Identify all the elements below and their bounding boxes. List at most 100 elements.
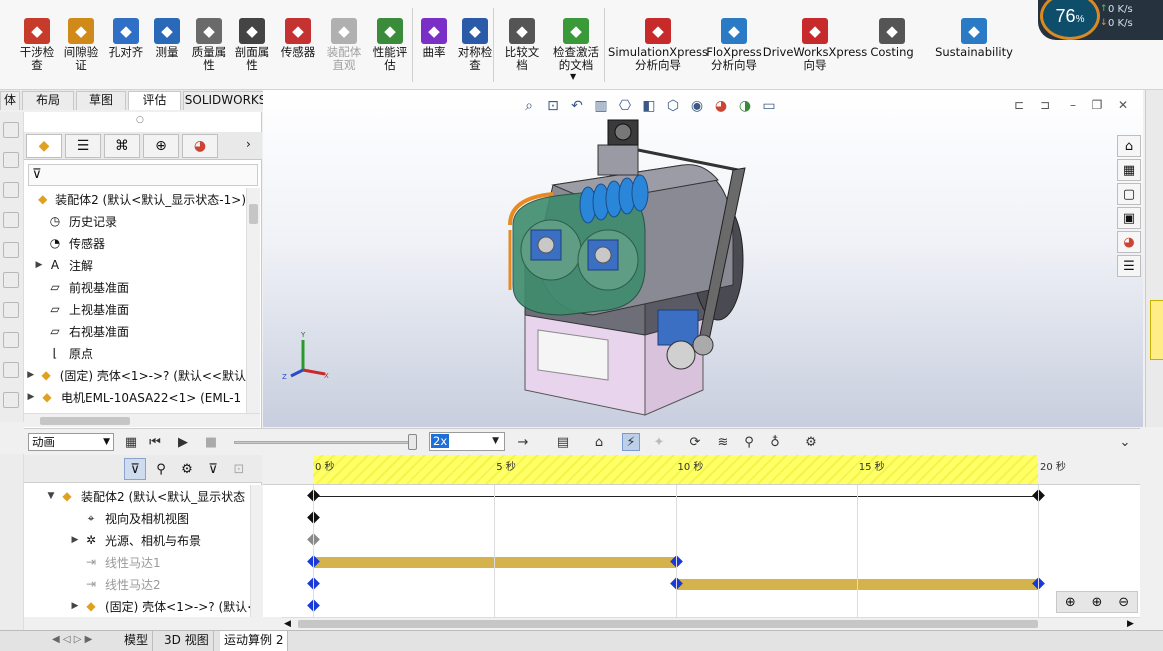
tree-scroll-thumb[interactable]: [249, 204, 258, 224]
ribbon-button-1[interactable]: ◆ 间隙验 证: [60, 0, 102, 88]
tree-filter-box[interactable]: ⊽: [28, 164, 258, 186]
motion-tree-item[interactable]: ⇥ 线性马达2: [24, 573, 262, 595]
study-type-select[interactable]: 动画 ▼: [28, 433, 114, 451]
playback-speed-select[interactable]: 2x ▼: [429, 432, 505, 451]
chevron-down-icon[interactable]: ▼: [570, 72, 576, 81]
display-style-icon[interactable]: ⬡: [664, 97, 682, 115]
playback-slider-thumb[interactable]: [408, 434, 417, 450]
expand-arrow-icon[interactable]: ▶: [32, 260, 46, 270]
graphics-viewport[interactable]: Y X Z: [263, 90, 1143, 427]
tab-3[interactable]: 评估: [128, 91, 181, 110]
playback-slider-track[interactable]: [234, 441, 414, 444]
ribbon-button-17[interactable]: ◆ Sustainability: [935, 0, 1013, 88]
ribbon-button-13[interactable]: ◆ SimulationXpress 分析向导: [608, 0, 708, 88]
motion-tree-item[interactable]: ⇥ 线性马达1: [24, 551, 262, 573]
tree-item[interactable]: ▶ ◆ (固定) 壳体<1>->? (默认<<默认: [24, 364, 246, 386]
contact-icon[interactable]: ⚲: [740, 433, 758, 451]
ribbon-button-14[interactable]: ◆ FloXpress 分析向导: [706, 0, 762, 88]
feature-tree-tab-icon[interactable]: ◆: [26, 134, 62, 158]
motion-tree-item[interactable]: ▶ ✲ 光源、相机与布景: [24, 529, 262, 551]
animation-wizard-icon[interactable]: ⌂: [590, 433, 608, 451]
tree-item[interactable]: ▱ 前视基准面: [24, 276, 246, 298]
design-library-icon[interactable]: ▦: [1117, 159, 1141, 181]
tree-horizontal-scrollbar[interactable]: [24, 413, 260, 427]
strip-tool-icon[interactable]: [3, 392, 19, 408]
tree-hscroll-thumb[interactable]: [40, 417, 130, 425]
bottom-tab-1[interactable]: 3D 视图: [160, 631, 214, 651]
filter-driving-icon[interactable]: ⚲: [150, 458, 172, 480]
calculate-icon[interactable]: ▦: [122, 433, 140, 451]
configuration-manager-tab-icon[interactable]: ⌘: [104, 134, 140, 158]
panel-pin-icon[interactable]: ○: [136, 115, 144, 125]
timeline-tracks[interactable]: [263, 485, 1140, 617]
home-icon[interactable]: ⌂: [1117, 135, 1141, 157]
motor-icon[interactable]: ⟳: [686, 433, 704, 451]
bottom-tab-2[interactable]: 运动算例 2: [220, 631, 289, 651]
spring-icon[interactable]: ≋: [714, 433, 732, 451]
strip-tool-icon[interactable]: [3, 122, 19, 138]
study-properties-icon[interactable]: ⚙: [802, 433, 820, 451]
playback-mode-icon[interactable]: →: [514, 433, 532, 451]
view-orientation-icon[interactable]: ◧: [640, 97, 658, 115]
stop-icon[interactable]: ■: [202, 433, 220, 451]
ribbon-button-3[interactable]: ◆ 测量: [150, 0, 184, 88]
apply-scene-icon[interactable]: ◑: [736, 97, 754, 115]
assembly-model-render[interactable]: [263, 90, 1143, 427]
expand-arrow-icon[interactable]: ▶: [24, 392, 38, 402]
ribbon-button-9[interactable]: ◆ 曲率: [420, 0, 448, 88]
filter-animated-icon[interactable]: ⊽: [124, 458, 146, 480]
autokey-icon[interactable]: ⚡: [622, 433, 640, 451]
filter-selected-icon[interactable]: ⚙: [176, 458, 198, 480]
dynamic-annotation-icon[interactable]: ⎔: [616, 97, 634, 115]
hide-show-items-icon[interactable]: ◉: [688, 97, 706, 115]
strip-tool-icon[interactable]: [3, 272, 19, 288]
ribbon-button-2[interactable]: ◆ 孔对齐: [106, 0, 146, 88]
tree-item[interactable]: ▶ A 注解: [24, 254, 246, 276]
zoom-to-fit-icon[interactable]: ⌕: [520, 97, 538, 115]
view-settings-icon[interactable]: ▭: [760, 97, 778, 115]
autofit-icon[interactable]: ⊡: [228, 458, 250, 480]
ribbon-button-8[interactable]: ◆ 性能评 估: [370, 0, 410, 88]
ribbon-button-15[interactable]: ◆ DriveWorksXpress 向导: [763, 0, 867, 88]
expand-arrow-icon[interactable]: ▶: [68, 601, 82, 611]
scroll-left-icon[interactable]: ◀: [284, 619, 291, 629]
tree-item[interactable]: ▶ ◆ 电机EML-10ASA22<1> (EML-1: [24, 386, 246, 408]
tile-left-icon[interactable]: ⊏: [1012, 98, 1026, 112]
play-from-start-icon[interactable]: ⏮: [146, 433, 164, 451]
tab-2[interactable]: 草图: [76, 91, 126, 110]
scroll-right-icon[interactable]: ▶: [1127, 619, 1134, 629]
timeline-horizontal-scrollbar[interactable]: ◀ ▶: [282, 617, 1140, 629]
tree-item[interactable]: ▱ 上视基准面: [24, 298, 246, 320]
ribbon-button-5[interactable]: ◆ 剖面属 性: [232, 0, 272, 88]
motion-tree-item[interactable]: ▶ ◆ (固定) 壳体<1>->? (默认<: [24, 595, 262, 617]
save-animation-icon[interactable]: ▤: [554, 433, 572, 451]
property-manager-tab-icon[interactable]: ☰: [65, 134, 101, 158]
display-manager-tab-icon[interactable]: ◕: [182, 134, 218, 158]
tree-item[interactable]: ◷ 历史记录: [24, 210, 246, 232]
ribbon-button-6[interactable]: ◆ 传感器: [278, 0, 318, 88]
ribbon-button-10[interactable]: ◆ 对称检 查: [455, 0, 495, 88]
strip-tool-icon[interactable]: [3, 182, 19, 198]
ribbon-button-0[interactable]: ◆ 干涉检 查: [18, 0, 56, 88]
strip-tool-icon[interactable]: [3, 152, 19, 168]
tree-item[interactable]: ▱ 右视基准面: [24, 320, 246, 342]
tree-item[interactable]: ◔ 传感器: [24, 232, 246, 254]
timeline-ruler[interactable]: 0 秒 5 秒 10 秒 15 秒 20 秒: [263, 455, 1140, 485]
dimxpert-tab-icon[interactable]: ⊕: [143, 134, 179, 158]
custom-properties-icon[interactable]: ☰: [1117, 255, 1141, 277]
filter-results-icon[interactable]: ⊽: [202, 458, 224, 480]
zoom-to-area-icon[interactable]: ⊡: [544, 97, 562, 115]
ribbon-button-4[interactable]: ◆ 质量属 性: [188, 0, 230, 88]
motion-timeline[interactable]: 0 秒 5 秒 10 秒 15 秒 20 秒 ⊕ ⊕ ⊖: [263, 455, 1140, 617]
tab-nav-icons[interactable]: ◀ ◁ ▷ ▶: [52, 634, 92, 645]
ribbon-button-7[interactable]: ◆ 装配体 直观: [323, 0, 365, 88]
play-icon[interactable]: ▶: [174, 433, 192, 451]
expand-arrow-icon[interactable]: ▶: [24, 370, 37, 380]
strip-tool-icon[interactable]: [3, 362, 19, 378]
expand-arrow-icon[interactable]: ▶: [68, 535, 82, 545]
tile-right-icon[interactable]: ⊐: [1038, 98, 1052, 112]
tabs-scroll-right-icon[interactable]: ›: [246, 137, 251, 151]
strip-tool-icon[interactable]: [3, 302, 19, 318]
expand-arrow-icon[interactable]: ▼: [44, 491, 58, 501]
strip-tool-icon[interactable]: [3, 212, 19, 228]
